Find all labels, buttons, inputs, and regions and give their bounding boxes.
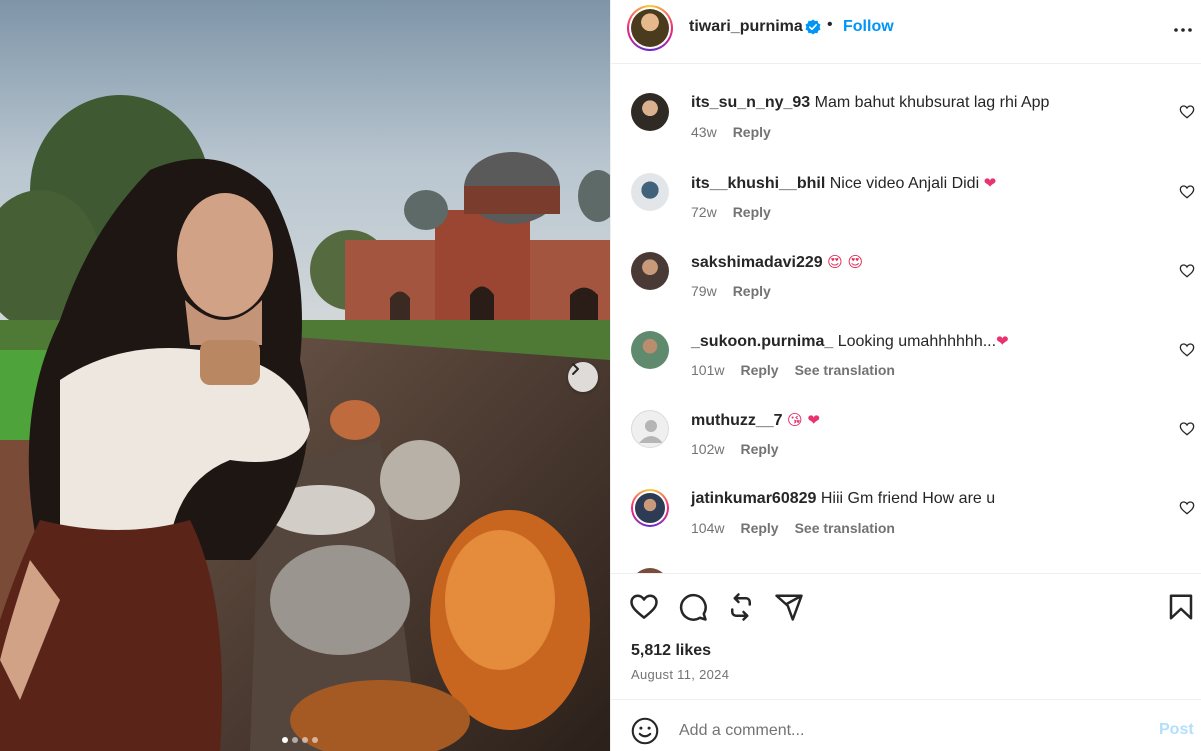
follow-button[interactable]: Follow: [843, 18, 894, 36]
comment-username[interactable]: its__khushi__bhil: [691, 175, 825, 192]
comment-input[interactable]: [679, 718, 1139, 744]
comment-item: jatinkumar60829 Hiii Gm friend How are u…: [611, 489, 1201, 559]
post-date: August 11, 2024: [631, 667, 730, 682]
comment-item: its__khushi__bhil Nice video Anjali Didi…: [611, 173, 1201, 243]
post-comment-button[interactable]: Post: [1159, 721, 1194, 739]
reply-button[interactable]: Reply: [733, 124, 771, 140]
comment-text: Mam bahut khubsurat lag rhi App: [814, 94, 1050, 111]
carousel-dot: [282, 737, 288, 743]
see-translation-button[interactable]: See translation: [795, 362, 895, 378]
comment-age: 72w: [691, 204, 717, 220]
comment-age: 102w: [691, 441, 725, 457]
carousel-indicator: [282, 737, 318, 743]
carousel-dot: [312, 737, 318, 743]
see-translation-button[interactable]: See translation: [795, 520, 895, 536]
like-count[interactable]: 5,812 likes: [631, 642, 711, 660]
more-options-icon[interactable]: [1171, 18, 1195, 42]
default-avatar-icon: [639, 420, 663, 443]
commenter-avatar[interactable]: [631, 252, 669, 290]
commenter-avatar[interactable]: [631, 173, 669, 211]
author-avatar[interactable]: [627, 5, 673, 51]
author-username[interactable]: tiwari_purnima: [689, 18, 803, 36]
reply-button[interactable]: Reply: [740, 362, 778, 378]
comment-icon[interactable]: [678, 592, 708, 622]
post-header: tiwari_purnima • Follow: [611, 0, 1201, 64]
comment-emoji: 😘 ❤: [787, 411, 821, 429]
commenter-avatar[interactable]: [631, 410, 669, 448]
post-media[interactable]: [0, 0, 610, 751]
post-actions: 5,812 likes August 11, 2024: [611, 573, 1201, 698]
comment-age: 101w: [691, 362, 725, 378]
comment-item: its_su_n_ny_93 Mam bahut khubsurat lag r…: [611, 93, 1201, 163]
chevron-right-icon: [572, 363, 579, 375]
comment-username[interactable]: its_su_n_ny_93: [691, 94, 810, 111]
comment-like-icon[interactable]: [1179, 421, 1195, 437]
comment-username[interactable]: sakshimadavi229: [691, 254, 823, 271]
comment-text: Nice video Anjali Didi: [829, 175, 980, 192]
comment-text: Hiii Gm friend How are u: [820, 490, 996, 507]
comment-emoji: ❤: [983, 174, 997, 192]
comment-list[interactable]: its_su_n_ny_93 Mam bahut khubsurat lag r…: [611, 65, 1201, 573]
post-photo: [0, 0, 610, 751]
header-separator: •: [827, 16, 833, 33]
reply-button[interactable]: Reply: [740, 520, 778, 536]
carousel-dot: [302, 737, 308, 743]
comment-emoji: 😍 😍: [827, 253, 864, 271]
commenter-avatar[interactable]: [631, 93, 669, 131]
reply-button[interactable]: Reply: [733, 283, 771, 299]
comment-like-icon[interactable]: [1179, 184, 1195, 200]
comment-composer: Post: [611, 699, 1201, 751]
comment-age: 43w: [691, 124, 717, 140]
emoji-icon[interactable]: [631, 717, 659, 745]
comment-like-icon[interactable]: [1179, 500, 1195, 516]
comment-item: sakshimadavi229 😍 😍 79w Reply: [611, 252, 1201, 322]
comment-like-icon[interactable]: [1179, 263, 1195, 279]
comment-age: 104w: [691, 520, 725, 536]
repost-icon[interactable]: [726, 592, 756, 622]
carousel-dot: [292, 737, 298, 743]
comment-emoji: ❤: [996, 332, 1009, 350]
reply-button[interactable]: Reply: [733, 204, 771, 220]
comment-age: 79w: [691, 283, 717, 299]
comment-item: muthuzz__7 😘 ❤ 102w Reply: [611, 410, 1201, 480]
commenter-avatar[interactable]: [631, 489, 669, 527]
share-icon[interactable]: [774, 592, 804, 622]
comment-username[interactable]: jatinkumar60829: [691, 490, 816, 507]
comment-username[interactable]: muthuzz__7: [691, 412, 783, 429]
comment-username[interactable]: _sukoon.purnima_: [691, 333, 833, 350]
bookmark-icon[interactable]: [1166, 592, 1196, 622]
comment-item: _sukoon.purnima_ Looking umahhhhhh...❤ 1…: [611, 331, 1201, 401]
carousel-next-button[interactable]: [568, 362, 598, 392]
comment-text: Looking umahhhhhh...: [837, 333, 997, 350]
post-sidebar: tiwari_purnima • Follow its_su_n_ny_93 M…: [610, 0, 1201, 751]
comment-like-icon[interactable]: [1179, 342, 1195, 358]
heart-icon[interactable]: [629, 592, 659, 622]
reply-button[interactable]: Reply: [740, 441, 778, 457]
commenter-avatar[interactable]: [631, 331, 669, 369]
comment-like-icon[interactable]: [1179, 104, 1195, 120]
verified-badge-icon: [805, 19, 821, 35]
